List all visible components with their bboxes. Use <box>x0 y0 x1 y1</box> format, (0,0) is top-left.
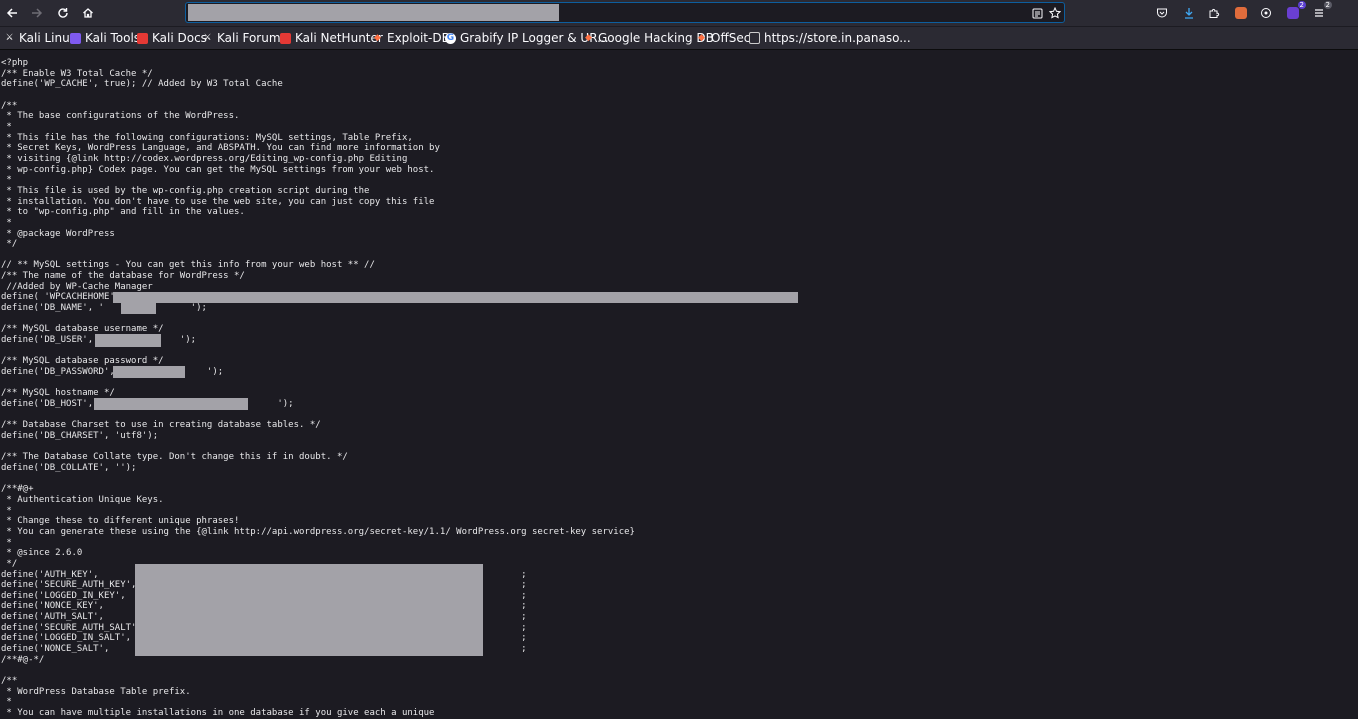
browser-toolbar: 2 2 <box>0 0 1358 26</box>
kali-dragon-icon: ⚔ <box>203 32 212 43</box>
arrow-left-icon <box>6 8 17 18</box>
exploit-db-icon: ◆ <box>374 32 381 43</box>
menu-count-badge: 2 <box>1323 1 1332 9</box>
bookmark-star-icon[interactable] <box>1047 5 1063 21</box>
menu-icon[interactable]: 2 <box>1310 1 1332 22</box>
home-icon <box>83 8 93 18</box>
bookmark-label: Kali Docs <box>152 31 207 45</box>
redacted-db-password <box>113 366 185 378</box>
exploit-db-icon: ◆ <box>585 32 592 43</box>
google-icon: G <box>445 32 456 44</box>
bookmark-kali-linux[interactable]: ⚔ Kali Linux <box>4 30 77 46</box>
reload-button[interactable] <box>53 3 73 23</box>
arrow-right-icon <box>32 8 43 18</box>
bookmark-label: OffSec <box>711 31 751 45</box>
bookmark-label: Kali Linux <box>19 31 77 45</box>
kali-tools-icon <box>70 32 81 44</box>
forward-button[interactable] <box>27 3 47 23</box>
downloads-icon[interactable] <box>1180 4 1198 22</box>
redacted-db-user <box>95 334 161 347</box>
extension-purple-icon[interactable]: 2 <box>1284 1 1306 22</box>
page-icon <box>749 32 760 44</box>
bookmark-kali-docs[interactable]: Kali Docs <box>137 30 207 46</box>
kali-docs-icon <box>137 32 148 44</box>
redacted-auth-keys <box>135 564 483 656</box>
pocket-icon[interactable] <box>1153 4 1171 22</box>
bookmark-kali-tools[interactable]: Kali Tools <box>70 30 140 46</box>
redacted-wpcachehome <box>113 292 798 303</box>
bookmark-kali-nethunter[interactable]: Kali NetHunter <box>280 30 383 46</box>
offsec-icon: ◆ <box>698 32 705 43</box>
extensions-puzzle-icon[interactable] <box>1205 4 1223 22</box>
extension-badge-icon[interactable] <box>1232 4 1250 22</box>
home-button[interactable] <box>78 3 98 23</box>
bookmark-exploit-db[interactable]: ◆ Exploit-DB <box>372 30 450 46</box>
bookmark-kali-forums[interactable]: ⚔ Kali Forums <box>202 30 287 46</box>
bookmark-label: Exploit-DB <box>387 31 450 45</box>
extension-gear-icon[interactable] <box>1257 4 1275 22</box>
bookmark-panasonic-store[interactable]: https://store.in.panaso... <box>749 30 911 46</box>
bookmark-label: Kali Tools <box>85 31 141 45</box>
bookmark-google-hacking-db[interactable]: ◆ Google Hacking DB <box>583 30 714 46</box>
bookmark-offsec[interactable]: ◆ OffSec <box>696 30 750 46</box>
bookmark-label: https://store.in.panaso... <box>764 31 911 45</box>
bookmark-label: Kali Forums <box>217 31 287 45</box>
nethunter-icon <box>280 32 291 44</box>
reader-view-icon[interactable] <box>1029 5 1045 21</box>
redacted-db-host <box>94 398 248 410</box>
kali-dragon-icon: ⚔ <box>5 32 14 43</box>
back-button[interactable] <box>2 3 22 23</box>
redacted-db-name <box>121 303 156 314</box>
address-bar[interactable] <box>185 2 1065 23</box>
reload-icon <box>58 8 68 18</box>
extension-count-badge: 2 <box>1297 1 1306 9</box>
redacted-url <box>188 4 559 21</box>
bookmarks-toolbar: ⚔ Kali Linux Kali Tools Kali Docs ⚔ Kali F… <box>0 27 1358 50</box>
bookmark-label: Kali NetHunter <box>295 31 383 45</box>
